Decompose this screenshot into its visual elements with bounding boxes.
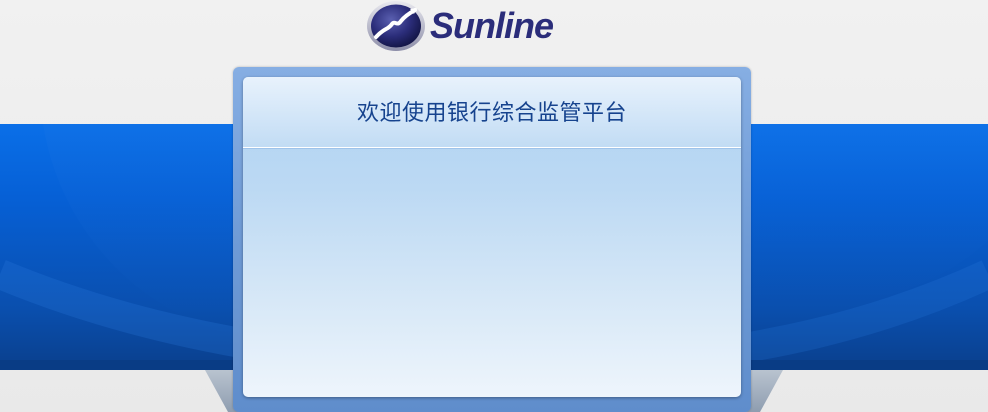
panel-header: 欢迎使用银行综合监管平台 [243,77,741,149]
panel-title: 欢迎使用银行综合监管平台 [356,101,627,126]
login-page: Sunline 欢迎使用银行综合监管平台 [0,0,988,412]
welcome-panel: 欢迎使用银行综合监管平台 [243,77,741,397]
